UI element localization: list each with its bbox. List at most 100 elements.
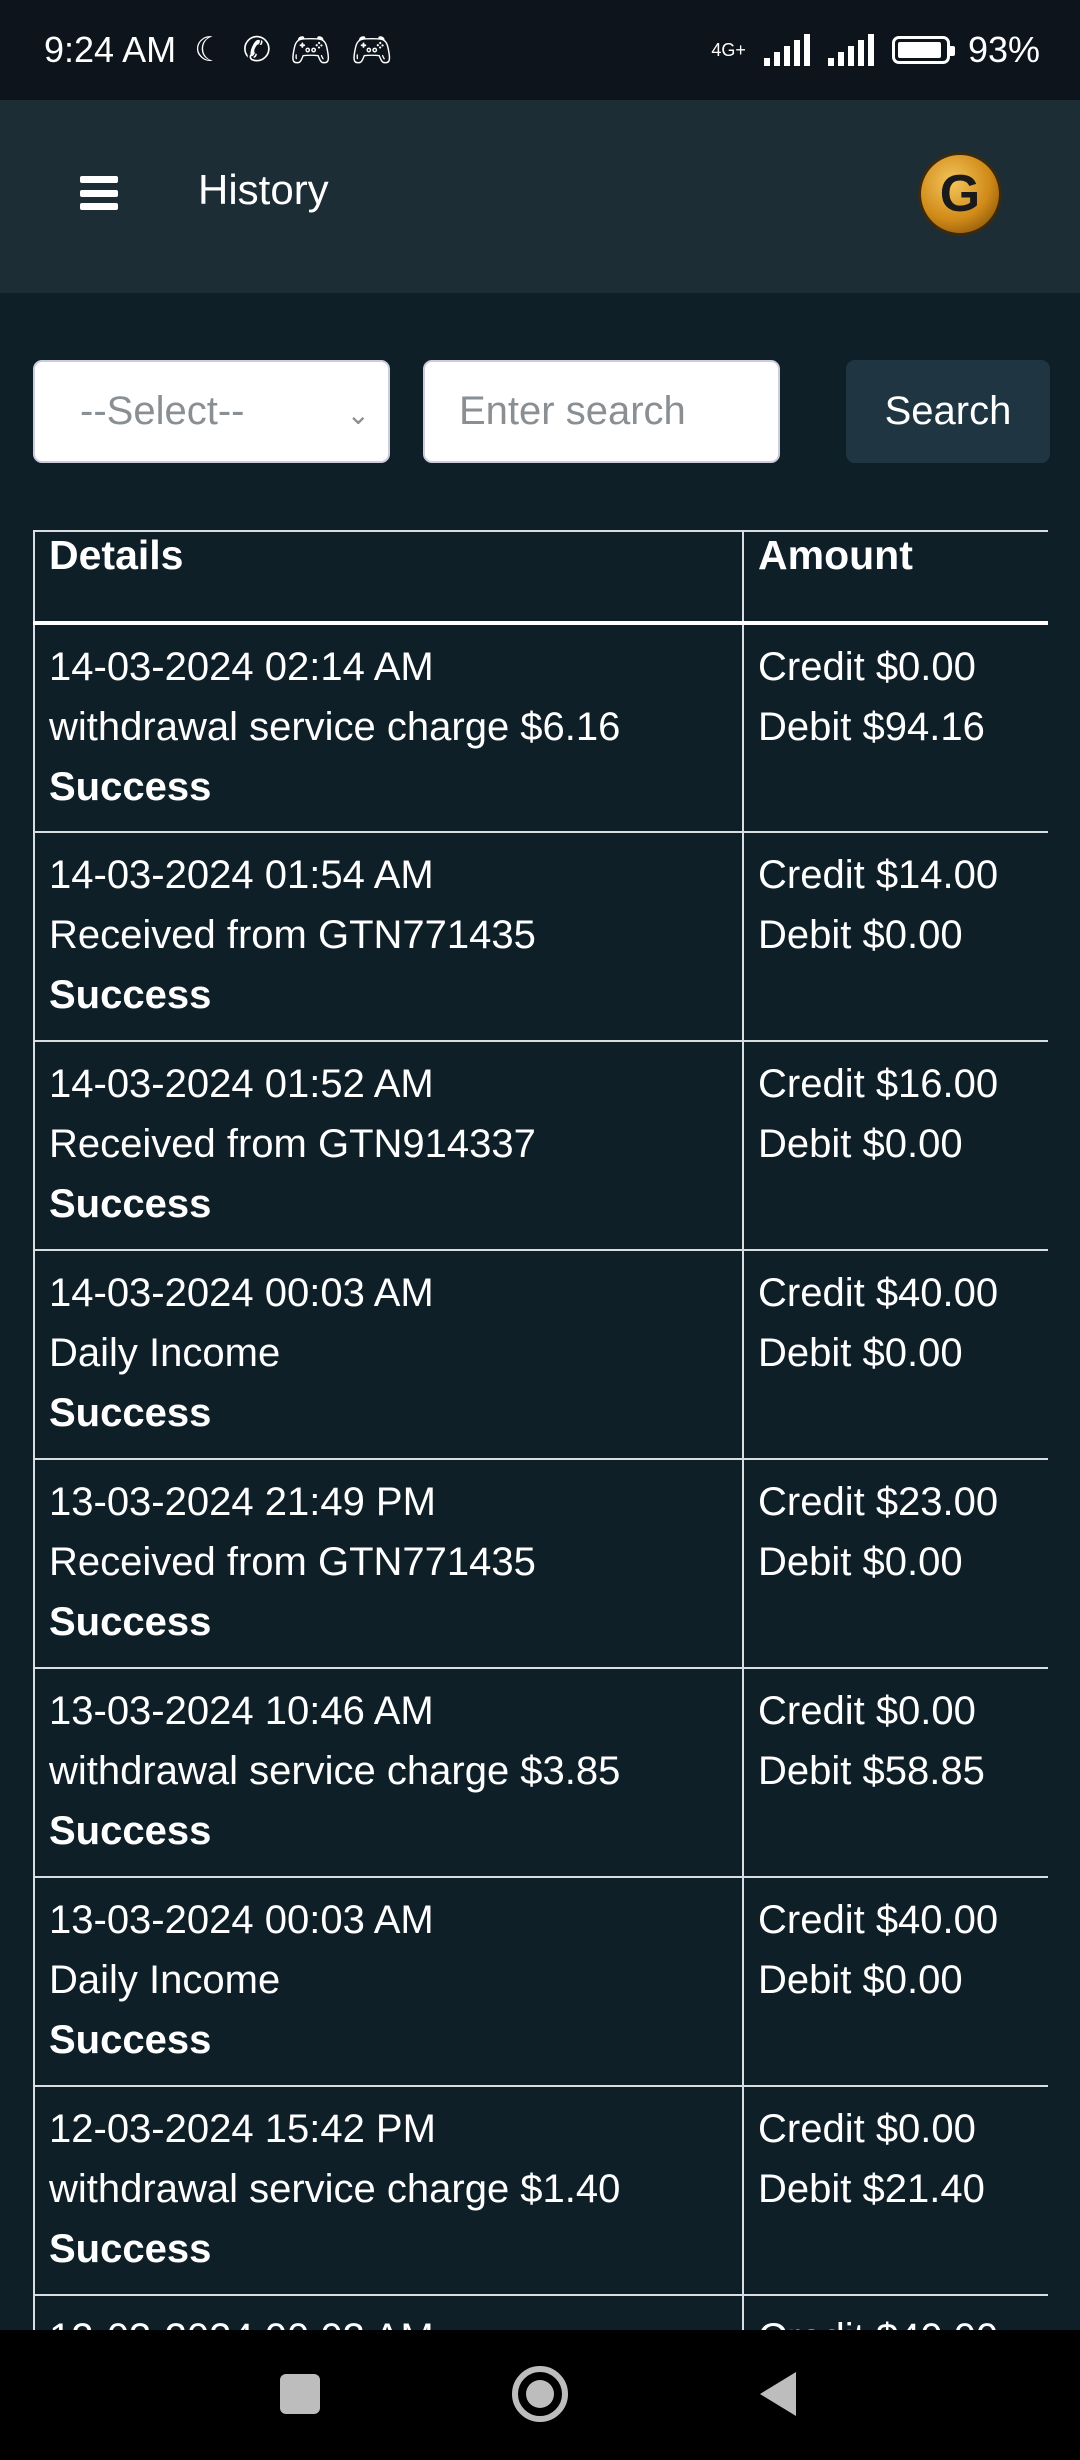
transaction-datetime: 14-03-2024 02:14 AM	[49, 645, 434, 689]
credit-amount: Credit $40.00	[758, 1271, 999, 1315]
amount-cell: Credit $40.00Debit $0.00	[742, 2294, 1048, 2330]
credit-amount: Credit $0.00	[758, 2107, 976, 2151]
debit-amount: Debit $0.00	[758, 1331, 963, 1375]
debit-amount: Debit $21.40	[758, 2167, 985, 2211]
signal-icon	[827, 34, 874, 66]
amount-cell: Credit $0.00 Debit $94.16	[742, 622, 1048, 833]
moon-icon: ☾	[194, 31, 225, 69]
table-header-row: Details Amount	[33, 530, 1048, 625]
hamburger-menu-icon[interactable]	[80, 176, 118, 210]
back-triangle-icon[interactable]	[760, 2372, 796, 2416]
transaction-description: withdrawal service charge $1.40	[49, 2167, 621, 2211]
battery-icon	[891, 36, 955, 64]
table-row: 14-03-2024 01:54 AM Received from GTN7714…	[33, 831, 1048, 1042]
table-row: 14-03-2024 01:52 AM Received from GTN9143…	[33, 1040, 1048, 1251]
search-input[interactable]	[423, 360, 780, 463]
status-left: 9:24 AM ☾ ✆ 🎮︎ 🎮︎	[44, 29, 393, 71]
transaction-description: Received from GTN914337	[49, 1122, 536, 1166]
amount-cell: Credit $0.00 Debit $58.85	[742, 1667, 1048, 1878]
details-cell: 13-03-2024 21:49 PM Received from GTN7714…	[33, 1458, 744, 1669]
amount-cell: Credit $40.00 Debit $0.00	[742, 1249, 1048, 1460]
transaction-datetime: 14-03-2024 01:54 AM	[49, 853, 434, 897]
transaction-status: Success	[49, 1809, 212, 1853]
signal-icon	[763, 34, 810, 66]
home-circle-icon[interactable]	[512, 2366, 568, 2422]
table-body: 14-03-2024 02:14 AM withdrawal service ch…	[33, 622, 1048, 2330]
credit-amount: Credit $14.00	[758, 853, 999, 897]
amount-cell: Credit $40.00 Debit $0.00	[742, 1876, 1048, 2087]
table-row: 13-03-2024 21:49 PM Received from GTN7714…	[33, 1458, 1048, 1669]
logo-icon[interactable]: G	[918, 152, 1002, 236]
transaction-datetime: 13-03-2024 21:49 PM	[49, 1480, 436, 1524]
transaction-datetime: 14-03-2024 00:03 AM	[49, 1271, 434, 1315]
search-button[interactable]: Search	[846, 360, 1050, 463]
transaction-description: Received from GTN771435	[49, 913, 536, 957]
debit-amount: Debit $94.16	[758, 705, 985, 749]
battery-percent: 93%	[967, 29, 1040, 70]
debit-amount: Debit $58.85	[758, 1749, 985, 1793]
credit-amount: Credit $0.00	[758, 1689, 976, 1733]
amount-cell: Credit $14.00 Debit $0.00	[742, 831, 1048, 1042]
status-right: 4G+ 93%	[711, 29, 1040, 71]
table-row: 14-03-2024 02:14 AM withdrawal service ch…	[33, 622, 1048, 833]
credit-amount: Credit $40.00	[758, 2308, 1034, 2330]
filter-select-value: --Select--	[80, 389, 245, 433]
transaction-description: withdrawal service charge $3.85	[49, 1749, 621, 1793]
transaction-datetime: 12-03-2024 15:42 PM	[49, 2107, 436, 2151]
column-header-details: Details	[33, 530, 744, 625]
transaction-datetime: 13-03-2024 10:46 AM	[49, 1689, 434, 1733]
column-header-amount: Amount	[742, 530, 1048, 625]
amount-cell: Credit $23.00 Debit $0.00	[742, 1458, 1048, 1669]
transaction-status: Success	[49, 1391, 212, 1435]
details-cell: 14-03-2024 00:03 AM Daily Income Success	[33, 1249, 744, 1460]
details-cell: 14-03-2024 02:14 AM withdrawal service ch…	[33, 622, 744, 833]
table-row: 12-03-2024 15:42 PM withdrawal service ch…	[33, 2085, 1048, 2296]
amount-cell: Credit $0.00 Debit $21.40	[742, 2085, 1048, 2296]
transaction-description: Daily Income	[49, 1958, 281, 2002]
transaction-datetime: 13-03-2024 00:03 AM	[49, 1898, 434, 1942]
filter-select[interactable]: --Select-- ⌄	[33, 360, 390, 463]
table-row: 13-03-2024 00:03 AM Daily Income Success Cr…	[33, 1876, 1048, 2087]
amount-cell: Credit $16.00 Debit $0.00	[742, 1040, 1048, 1251]
page-title: History	[198, 166, 329, 213]
navigation-bar	[0, 2330, 1080, 2460]
debit-amount: Debit $0.00	[758, 1122, 963, 1166]
table-row: 14-03-2024 00:03 AM Daily Income Success Cr…	[33, 1249, 1048, 1460]
transaction-status: Success	[49, 2018, 212, 2062]
table-row: 13-03-2024 10:46 AM withdrawal service ch…	[33, 1667, 1048, 1878]
network-type: 4G+	[711, 40, 746, 60]
status-time: 9:24 AM	[44, 29, 177, 70]
debit-amount: Debit $0.00	[758, 913, 963, 957]
transaction-status: Success	[49, 1182, 212, 1226]
transaction-datetime: 12-03-2024 00:03 AM	[49, 2308, 728, 2330]
history-table: Details Amount 14-03-2024 02:14 AM withdr…	[33, 530, 1048, 2330]
credit-amount: Credit $16.00	[758, 1062, 999, 1106]
details-cell: 13-03-2024 10:46 AM withdrawal service ch…	[33, 1667, 744, 1878]
details-cell: 14-03-2024 01:52 AM Received from GTN9143…	[33, 1040, 744, 1251]
transaction-description: Received from GTN771435	[49, 1540, 536, 1584]
debit-amount: Debit $0.00	[758, 1540, 963, 1584]
details-cell: 12-03-2024 15:42 PM withdrawal service ch…	[33, 2085, 744, 2296]
history-table-container[interactable]: Details Amount 14-03-2024 02:14 AM withdr…	[33, 530, 1048, 2330]
app-bar: History G	[0, 100, 1080, 293]
debit-amount: Debit $0.00	[758, 1958, 963, 2002]
status-bar: 9:24 AM ☾ ✆ 🎮︎ 🎮︎ 4G+ 93%	[0, 0, 1080, 100]
credit-amount: Credit $0.00	[758, 645, 976, 689]
details-cell: 12-03-2024 00:03 AMDaily IncomeSuccess	[33, 2294, 744, 2330]
transaction-datetime: 14-03-2024 01:52 AM	[49, 1062, 434, 1106]
table-row: 12-03-2024 00:03 AMDaily IncomeSuccessCr…	[33, 2294, 1048, 2330]
transaction-status: Success	[49, 1600, 212, 1644]
missed-call-icon: ✆	[242, 31, 272, 69]
transaction-status: Success	[49, 2227, 212, 2271]
transaction-description: withdrawal service charge $6.16	[49, 705, 621, 749]
credit-amount: Credit $40.00	[758, 1898, 999, 1942]
details-cell: 13-03-2024 00:03 AM Daily Income Success	[33, 1876, 744, 2087]
recents-square-icon[interactable]	[280, 2374, 320, 2414]
credit-amount: Credit $23.00	[758, 1480, 999, 1524]
transaction-status: Success	[49, 973, 212, 1017]
transaction-description: Daily Income	[49, 1331, 281, 1375]
logo-letter: G	[939, 165, 981, 223]
chevron-down-icon: ⌄	[346, 399, 370, 430]
transaction-status: Success	[49, 765, 212, 809]
game-controller-icon: 🎮︎	[350, 31, 394, 69]
